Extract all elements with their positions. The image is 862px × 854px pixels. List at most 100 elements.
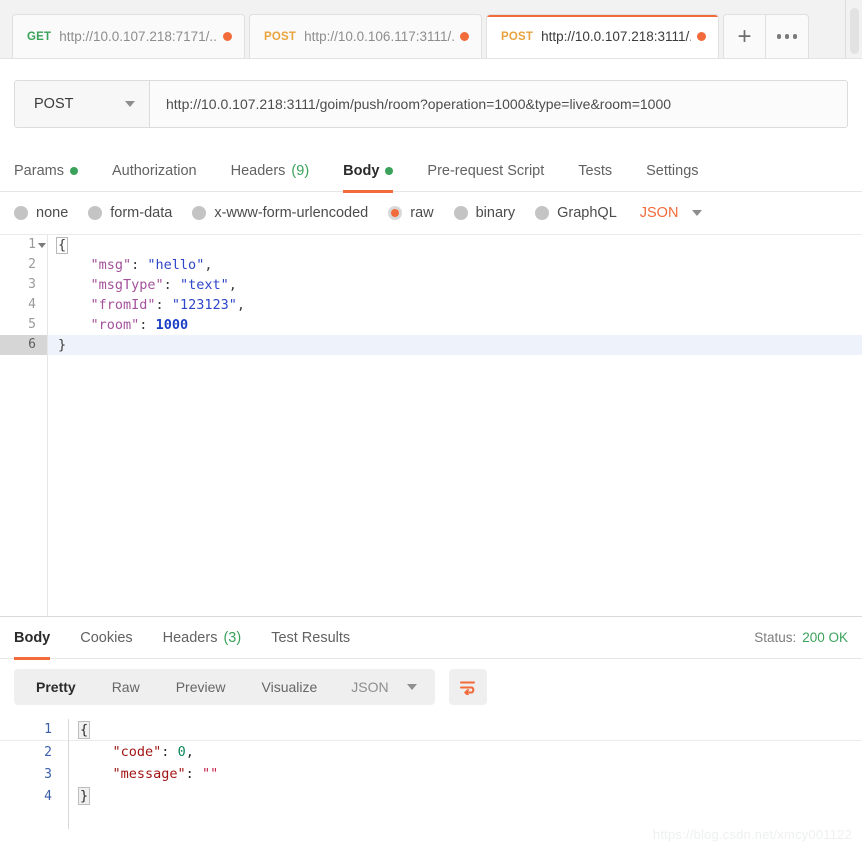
new-tab-button[interactable]: + — [723, 14, 765, 58]
body-type-urlencoded[interactable]: x-www-form-urlencoded — [192, 205, 368, 221]
status-label: Status: — [754, 630, 797, 645]
tab-label: Cookies — [80, 629, 133, 646]
body-type-label: raw — [410, 205, 434, 221]
tab-params[interactable]: Params — [14, 150, 78, 192]
tab-count: (9) — [291, 162, 310, 179]
response-format-select[interactable]: JSON — [335, 669, 430, 705]
tabbar-scrollbar[interactable] — [850, 8, 859, 54]
line-number: 3 — [44, 766, 52, 782]
tab-authorization[interactable]: Authorization — [112, 150, 197, 192]
request-tab-2[interactable]: POST http://10.0.106.117:3111/... — [249, 14, 482, 58]
tab-url-label: http://10.0.107.218:7171/... — [59, 29, 217, 44]
http-method-select[interactable]: POST — [15, 81, 150, 127]
line-number: 4 — [28, 297, 36, 312]
response-body-editor[interactable]: 1 { 2 "code": 0, 3 "message": "" 4 } — [0, 719, 862, 829]
radio-selected-icon — [388, 206, 403, 220]
tab-label: Authorization — [111, 162, 197, 179]
line-number: 1 — [44, 722, 52, 737]
body-type-raw[interactable]: raw — [388, 205, 434, 221]
tab-label: Test Results — [271, 629, 351, 646]
tab-tests[interactable]: Tests — [578, 150, 612, 192]
raw-format-value: JSON — [639, 205, 679, 221]
view-mode-raw[interactable]: Raw — [94, 669, 158, 705]
line-content: } — [58, 337, 67, 353]
response-code-line: 4 } — [0, 785, 862, 807]
tab-url-label: http://10.0.107.218:3111/... — [541, 29, 691, 44]
radio-icon — [535, 206, 550, 220]
request-url-value: http://10.0.107.218:3111/goim/push/room?… — [166, 96, 672, 112]
body-type-label: none — [36, 205, 69, 221]
request-tab-1[interactable]: GET http://10.0.107.218:7171/... — [12, 14, 245, 58]
view-mode-visualize[interactable]: Visualize — [244, 669, 336, 705]
wrap-lines-icon — [459, 681, 475, 695]
body-type-label: GraphQL — [557, 205, 617, 221]
line-number: 3 — [28, 277, 36, 292]
request-url-input[interactable]: http://10.0.107.218:3111/goim/push/room?… — [150, 81, 847, 127]
tab-label: Params — [14, 162, 64, 179]
line-content: "msg": "hello", — [90, 257, 213, 273]
radio-icon — [14, 206, 28, 220]
body-type-label: form-data — [110, 205, 173, 221]
response-tab-body[interactable]: Body — [14, 617, 51, 660]
response-section-tabs: Body Cookies Headers (3) Test Results St… — [0, 617, 862, 660]
response-tab-test-results[interactable]: Test Results — [271, 617, 350, 659]
code-line: 5 "room": 1000 — [0, 315, 862, 335]
response-code-line: 3 "message": "" — [0, 763, 862, 785]
tab-label: Body — [343, 162, 380, 179]
unsaved-indicator-dot — [697, 32, 706, 41]
code-line: 4 "fromId": "123123", — [0, 295, 862, 315]
line-content: { — [56, 237, 69, 254]
tab-url-label: http://10.0.106.117:3111/... — [304, 29, 454, 44]
tab-options-button[interactable] — [765, 14, 809, 58]
code-line: 3 "msgType": "text", — [0, 275, 862, 295]
line-number: 5 — [28, 317, 36, 332]
tab-method-label: GET — [27, 30, 52, 43]
view-mode-preview[interactable]: Preview — [158, 669, 244, 705]
line-content: } — [78, 787, 91, 805]
chevron-down-icon — [125, 101, 135, 107]
code-line: 1 { — [0, 235, 862, 255]
request-tab-bar: GET http://10.0.107.218:7171/... POST ht… — [0, 0, 862, 59]
body-type-label: binary — [475, 205, 516, 221]
tab-label: Settings — [646, 162, 699, 179]
line-content: "fromId": "123123", — [90, 297, 245, 313]
response-status: Status: 200 OK — [754, 630, 848, 645]
line-number[interactable]: 1 — [0, 235, 47, 255]
radio-icon — [453, 206, 468, 220]
body-type-form-data[interactable]: form-data — [88, 205, 172, 221]
unsaved-indicator-dot — [460, 32, 469, 41]
tab-body[interactable]: Body — [343, 150, 394, 193]
tab-headers[interactable]: Headers (9) — [231, 150, 310, 192]
body-type-binary[interactable]: binary — [453, 205, 516, 221]
tabbar-divider — [845, 0, 846, 58]
http-method-value: POST — [34, 96, 74, 112]
code-line-active: 6 } — [0, 335, 862, 355]
tab-pre-request-script[interactable]: Pre-request Script — [427, 150, 544, 192]
response-tab-headers[interactable]: Headers (3) — [163, 617, 242, 659]
request-body-code: 1 { 2 "msg": "hello", 3 "msgType": "text… — [0, 235, 862, 355]
body-type-selector: none form-data x-www-form-urlencoded raw… — [0, 192, 862, 234]
line-number: 2 — [44, 744, 52, 760]
radio-icon — [192, 206, 207, 220]
tab-method-label: POST — [264, 30, 297, 43]
green-dot-icon — [69, 166, 78, 175]
chevron-down-icon — [692, 210, 703, 216]
request-tab-3-active[interactable]: POST http://10.0.107.218:3111/... — [486, 14, 719, 58]
chevron-down-icon — [406, 684, 417, 690]
body-type-none[interactable]: none — [14, 205, 68, 221]
wrap-lines-button[interactable] — [448, 669, 487, 705]
fold-toggle-icon[interactable] — [38, 243, 46, 248]
code-line: 2 "msg": "hello", — [0, 255, 862, 275]
tab-label: Headers — [230, 162, 286, 179]
body-type-graphql[interactable]: GraphQL — [535, 205, 617, 221]
tab-settings[interactable]: Settings — [646, 150, 698, 192]
response-code-line: 1 { — [0, 719, 862, 741]
response-format-value: JSON — [351, 679, 389, 695]
request-body-editor[interactable]: 1 { 2 "msg": "hello", 3 "msgType": "text… — [0, 234, 862, 616]
line-content: "code": 0, — [112, 744, 194, 760]
line-content: "msgType": "text", — [90, 277, 237, 293]
response-tab-cookies[interactable]: Cookies — [80, 617, 132, 659]
raw-format-select[interactable]: JSON — [640, 205, 703, 221]
line-number: 2 — [28, 257, 36, 272]
view-mode-pretty[interactable]: Pretty — [18, 669, 94, 705]
